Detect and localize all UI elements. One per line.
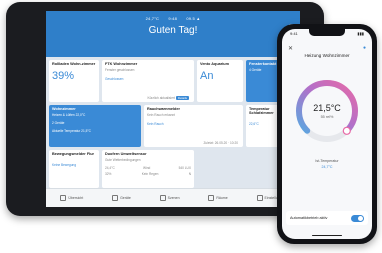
humidity-value: 55 rel%	[320, 115, 334, 119]
card-title: Rauchwarnmelder	[147, 107, 180, 111]
phone-time: 9:41	[290, 31, 298, 36]
card-umweltsensor[interactable]: Duofern Umweltsensor Gute Wetterbedingun…	[102, 150, 194, 188]
actual-temp-value: 24,7°C	[321, 165, 333, 169]
nav-item-scenes[interactable]: Szenen	[159, 195, 180, 201]
bottom-nav: Übersicht Geräte Szenen Räume Einstellun…	[46, 188, 300, 207]
card-bewegungsmelder[interactable]: Bewegungsmelder Flur Keine Bewegung	[49, 150, 99, 188]
home-icon	[60, 195, 67, 201]
card-ftk[interactable]: FTK Wohnzimmer Fenster geschlossen Gesch…	[102, 60, 194, 102]
phone-status-bar: 9:41 ▮▮▮	[290, 31, 364, 36]
page-title: Guten Tag!	[148, 25, 198, 36]
actual-temp-label: Ist-Temperatur	[315, 159, 339, 163]
card-state: Geschlossen	[105, 77, 124, 81]
auto-mode-row: Automatikbetrieb aktiv	[286, 211, 368, 225]
card-subtitle: Kein Rauch erkannt	[147, 113, 175, 117]
phone-screen: 9:41 ▮▮▮ ✕ ● Heizung Wohnzimmer 21,5°C 5…	[282, 29, 372, 239]
close-icon[interactable]: ✕	[288, 45, 293, 52]
dashboard-grid: Rollladen Wohn-zimmer 39% FTK Wohnzimmer…	[46, 57, 300, 189]
card-devices: 2 Geräte	[52, 121, 65, 125]
tablet-header: 24,7°C 9:48 09.5 ▲ Guten Tag! ⚙	[46, 11, 300, 57]
card-footer: Kürzlich aktualisiert Details	[147, 96, 189, 100]
phone-device: 9:41 ▮▮▮ ✕ ● Heizung Wohnzimmer 21,5°C 5…	[277, 24, 377, 244]
nav-item-devices[interactable]: Geräte	[112, 195, 131, 201]
settings-icon	[256, 195, 263, 201]
devices-icon	[112, 195, 119, 201]
card-subtitle: Fenster geschlossen	[105, 68, 135, 72]
card-title: Duofern Umweltsensor	[105, 152, 147, 156]
card-rollladen[interactable]: Rollladen Wohn-zimmer 39%	[49, 60, 99, 102]
card-state: Kein Rauch	[147, 122, 164, 126]
gauge-handle[interactable]	[342, 126, 351, 135]
details-button[interactable]: Details	[175, 96, 189, 100]
auto-mode-toggle[interactable]	[351, 214, 364, 222]
status-temperature: 24,7°C	[145, 16, 160, 21]
status-time: 9:48	[168, 16, 177, 21]
current-temperature: 21,5°C	[313, 103, 341, 113]
card-title: Bewegungsmelder Flur	[52, 152, 94, 156]
tablet-status-bar: 24,7°C 9:48 09.5 ▲	[46, 16, 300, 21]
card-title: FTK Wohnzimmer	[105, 62, 138, 66]
card-title: Vento Aquarium	[200, 62, 229, 66]
card-wohnzimmer[interactable]: Wohnzimmer Heizen & Lüften 22,0°C 2 Gerä…	[49, 105, 141, 147]
card-subtitle: Gute Wetterbedingungen	[105, 158, 141, 162]
card-rauchwarnmelder[interactable]: Rauchwarnmelder Kein Rauch erkannt Kein …	[144, 105, 243, 147]
card-vento[interactable]: Vento Aquarium An	[197, 60, 243, 102]
card-title: Rollladen Wohn-zimmer	[52, 62, 96, 66]
home-indicator	[312, 234, 342, 236]
card-title: Wohnzimmer	[52, 107, 76, 111]
status-date: 09.5 ▲	[186, 16, 201, 21]
card-footer: Zuletzt: 26.05.20 · 10:20	[203, 141, 238, 145]
auto-mode-label: Automatikbetrieb aktiv	[290, 216, 328, 220]
nav-item-rooms[interactable]: Räume	[208, 195, 228, 201]
phone-title: Heizung Wohnzimmer	[304, 53, 350, 58]
scenes-icon	[159, 195, 166, 201]
card-state: Keine Bewegung	[52, 163, 77, 167]
rooms-icon	[208, 195, 215, 201]
card-value: An	[200, 70, 214, 82]
signal-icon: ▮▮▮	[357, 31, 364, 36]
card-subtitle: Heizen & Lüften 22,0°C	[52, 113, 86, 117]
info-icon[interactable]: ●	[363, 45, 366, 51]
sensor-row-2: 32% Kein Regen N	[105, 172, 191, 176]
nav-item-overview[interactable]: Übersicht	[60, 195, 83, 201]
tablet-screen: 24,7°C 9:48 09.5 ▲ Guten Tag! ⚙ Rolllade…	[46, 11, 300, 207]
sensor-row-1: 24,4°C Wind 540 LUX	[105, 166, 191, 170]
card-current-temp: Aktuelle Temperatur 21,5°C	[52, 129, 91, 133]
card-value: 39%	[52, 70, 75, 82]
